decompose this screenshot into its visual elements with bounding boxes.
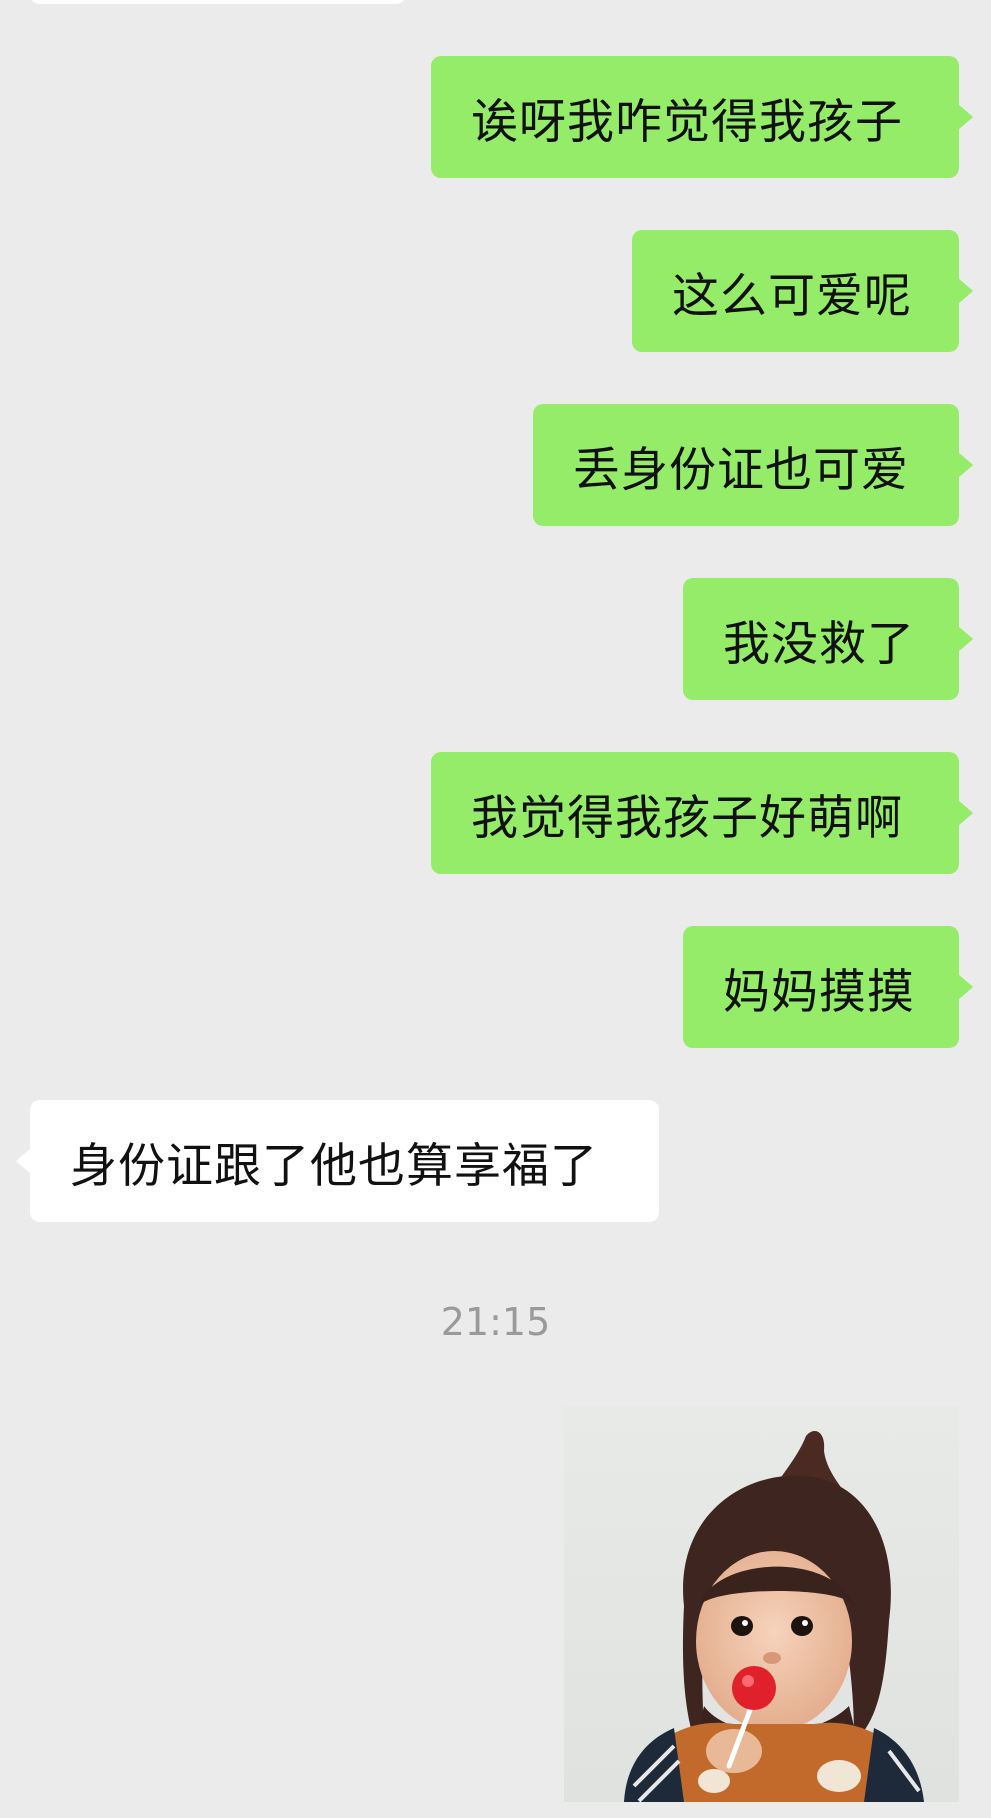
message-bubble-sent[interactable]: 我没救了 [683,578,973,700]
message-text: 我觉得我孩子好萌啊 [471,790,903,846]
message-text: 这么可爱呢 [672,268,912,324]
image-message[interactable] [564,1406,959,1802]
message-text: 丢身份证也可爱 [573,442,909,498]
previous-message-bubble[interactable] [30,0,406,4]
child-with-lollipop-photo-icon [564,1406,959,1802]
message-bubble-sent[interactable]: 这么可爱呢 [632,230,973,352]
message-text: 我没救了 [723,616,915,672]
message-bubble-sent[interactable]: 诶呀我咋觉得我孩子 [431,56,973,178]
message-text: 诶呀我咋觉得我孩子 [471,94,903,150]
message-timestamp: 21:15 [440,1300,551,1344]
message-bubble-sent[interactable]: 妈妈摸摸 [683,926,973,1048]
message-text: 身份证跟了他也算享福了 [70,1138,598,1194]
message-bubble-sent[interactable]: 我觉得我孩子好萌啊 [431,752,973,874]
message-bubble-sent[interactable]: 丢身份证也可爱 [533,404,973,526]
message-text: 妈妈摸摸 [723,964,915,1020]
message-bubble-received[interactable]: 身份证跟了他也算享福了 [16,1100,659,1222]
chat-window: 诶呀我咋觉得我孩子 这么可爱呢 丢身份证也可爱 我没救了 我觉得我孩子好萌啊 妈… [0,0,991,1818]
